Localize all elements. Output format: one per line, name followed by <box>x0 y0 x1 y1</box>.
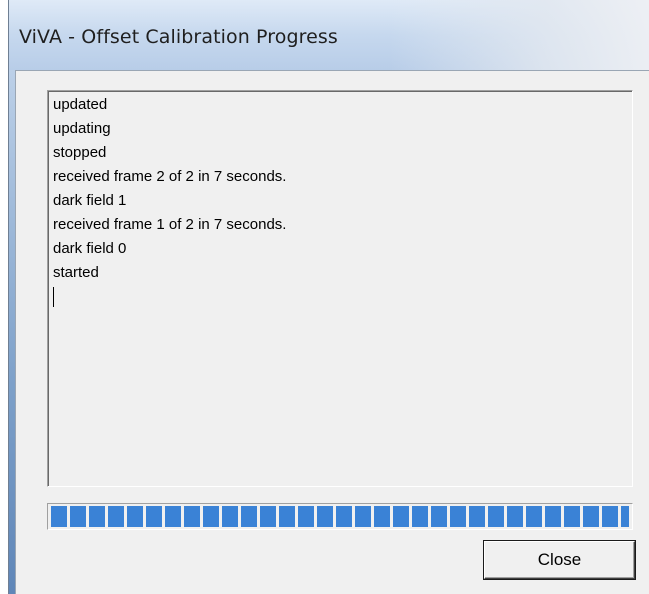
close-button[interactable]: Close <box>484 541 635 579</box>
progress-track <box>51 506 629 527</box>
title-bar[interactable]: ViVA - Offset Calibration Progress <box>9 0 649 70</box>
text-caret <box>53 287 54 307</box>
dialog-client-area: updated updating stopped received frame … <box>15 70 649 594</box>
window-title: ViVA - Offset Calibration Progress <box>19 26 338 48</box>
log-line: received frame 1 of 2 in 7 seconds. <box>53 216 287 233</box>
dialog-window: ViVA - Offset Calibration Progress updat… <box>8 0 649 594</box>
progress-fill <box>51 506 629 527</box>
log-line: dark field 1 <box>53 192 127 209</box>
progress-bar <box>47 503 633 530</box>
title-bar-fade <box>390 0 649 70</box>
log-textbox[interactable]: updated updating stopped received frame … <box>47 90 633 487</box>
log-line: started <box>53 264 99 281</box>
log-line: received frame 2 of 2 in 7 seconds. <box>53 168 287 185</box>
log-line: updated <box>53 96 108 113</box>
log-line: stopped <box>53 144 107 161</box>
log-line: updating <box>53 120 111 137</box>
log-line: dark field 0 <box>53 240 127 257</box>
